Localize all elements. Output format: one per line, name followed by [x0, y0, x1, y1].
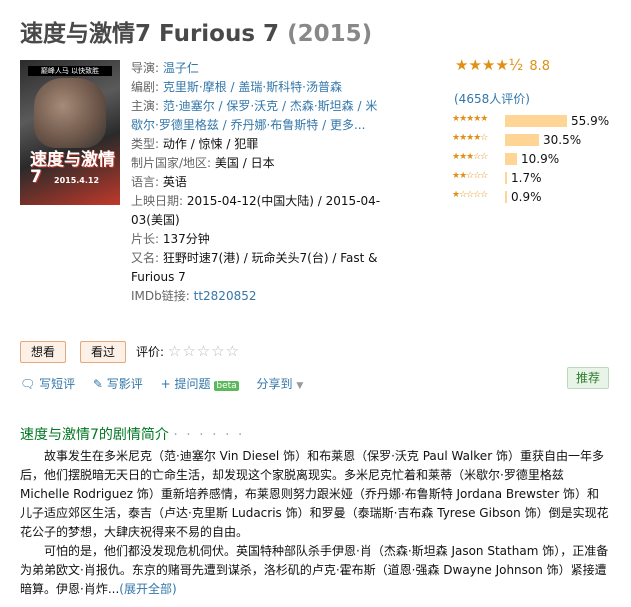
movie-year: (2015)	[287, 21, 373, 47]
synopsis-heading-text: 速度与激情7的剧情简介	[20, 427, 169, 443]
share-link[interactable]: 分享到	[257, 377, 293, 391]
breakdown-percent: 0.9%	[511, 190, 542, 204]
synopsis-paragraph-2: 可怕的是，他们都没发现危机伺伏。英国特种部队杀手伊恩·肖（杰森·斯坦森 Jaso…	[20, 542, 610, 599]
synopsis-paragraph-2-text: 可怕的是，他们都没发现危机伺伏。英国特种部队杀手伊恩·肖（杰森·斯坦森 Jaso…	[20, 544, 609, 596]
breakdown-stars-icon: ★★★★☆	[452, 133, 488, 143]
comment-icon: 🗨	[20, 377, 36, 391]
action-bar: 🗨 写短评 ✎ 写影评 + 提问题 beta 分享到 ▼	[20, 375, 317, 392]
write-short-review-link[interactable]: 写短评	[39, 377, 75, 391]
synopsis-body: 故事发生在多米尼克（范·迪塞尔 Vin Diesel 饰）和布莱恩（保罗·沃克 …	[20, 447, 610, 599]
movie-title: 速度与激情7 Furious 7	[20, 21, 280, 47]
poster-image	[34, 78, 106, 148]
genre-label: 类型:	[131, 137, 160, 151]
aka-value: 狂野时速7(港) / 玩命关头7(台) / Fast & Furious 7	[131, 251, 378, 284]
imdb-link[interactable]: tt2820852	[194, 289, 257, 303]
runtime-value: 137分钟	[162, 232, 210, 246]
breakdown-bar	[505, 191, 507, 203]
movie-poster[interactable]: 巅峰人马 以快致胜 速度与激情7 2015.4.12	[20, 60, 120, 205]
breakdown-stars-icon: ★★☆☆☆	[452, 171, 488, 181]
breakdown-bar	[505, 153, 517, 165]
ask-question-link[interactable]: 提问题	[175, 377, 211, 391]
imdb-label: IMDb链接:	[131, 289, 190, 303]
breakdown-bar	[505, 115, 567, 127]
language-label: 语言:	[131, 175, 160, 189]
breakdown-bar	[505, 134, 539, 146]
user-rating: 评价: ☆☆☆☆☆	[136, 342, 240, 360]
country-value: 美国 / 日本	[214, 156, 275, 170]
writers-link[interactable]: 克里斯·摩根 / 盖瑞·斯科特·汤普森	[163, 80, 342, 94]
breakdown-percent: 10.9%	[521, 152, 560, 166]
plus-icon: +	[160, 377, 171, 391]
rating-score: 8.8	[529, 59, 551, 74]
beta-badge: beta	[214, 381, 239, 391]
want-to-watch-button[interactable]: 想看	[20, 341, 67, 363]
runtime-label: 片长:	[131, 232, 160, 246]
director-link[interactable]: 温子仁	[163, 61, 199, 75]
pencil-icon: ✎	[92, 377, 103, 391]
breakdown-stars-icon: ★★★☆☆	[452, 152, 488, 162]
breakdown-percent: 30.5%	[543, 133, 582, 147]
rating-stars-icon: ★★★★½	[455, 56, 524, 74]
release-label: 上映日期:	[131, 194, 184, 208]
writer-label: 编剧:	[131, 80, 160, 94]
poster-tagline: 巅峰人马 以快致胜	[28, 66, 112, 76]
chevron-down-icon[interactable]: ▼	[296, 381, 303, 391]
page-title: 速度与激情7 Furious 7 (2015)	[20, 14, 372, 48]
breakdown-bar	[505, 172, 507, 184]
rating-count-link[interactable]: (4658人评价)	[454, 90, 530, 107]
write-review-link[interactable]: 写影评	[107, 377, 143, 391]
synopsis-heading-dots: · · · · · ·	[173, 427, 245, 443]
director-label: 导演:	[131, 61, 160, 75]
breakdown-stars-icon: ★★★★★	[452, 114, 488, 124]
breakdown-percent: 55.9%	[571, 114, 610, 128]
recommend-button[interactable]: 推荐	[567, 367, 610, 389]
watched-button[interactable]: 看过	[80, 341, 127, 363]
language-value: 英语	[162, 175, 187, 189]
country-label: 制片国家/地区:	[131, 156, 212, 170]
aka-label: 又名:	[131, 251, 160, 265]
movie-info: 导演: 温子仁 编剧: 克里斯·摩根 / 盖瑞·斯科特·汤普森 主演: 范·迪塞…	[131, 59, 381, 306]
breakdown-percent: 1.7%	[511, 171, 542, 185]
expand-all-link[interactable]: (展开全部)	[119, 582, 176, 596]
rating-summary: ★★★★½ 8.8	[455, 56, 550, 74]
poster-date: 2015.4.12	[54, 176, 100, 185]
user-rating-stars[interactable]: ☆☆☆☆☆	[168, 342, 240, 360]
synopsis-heading: 速度与激情7的剧情简介 · · · · · ·	[20, 424, 244, 444]
breakdown-stars-icon: ★☆☆☆☆	[452, 190, 488, 200]
genre-value: 动作 / 惊悚 / 犯罪	[162, 137, 259, 151]
user-rating-label: 评价:	[136, 345, 165, 359]
cast-label: 主演:	[131, 99, 160, 113]
cast-link[interactable]: 范·迪塞尔 / 保罗·沃克 / 杰森·斯坦森 / 米歇尔·罗德里格兹 / 乔丹娜…	[131, 99, 377, 132]
synopsis-paragraph-1: 故事发生在多米尼克（范·迪塞尔 Vin Diesel 饰）和布莱恩（保罗·沃克 …	[20, 449, 609, 539]
